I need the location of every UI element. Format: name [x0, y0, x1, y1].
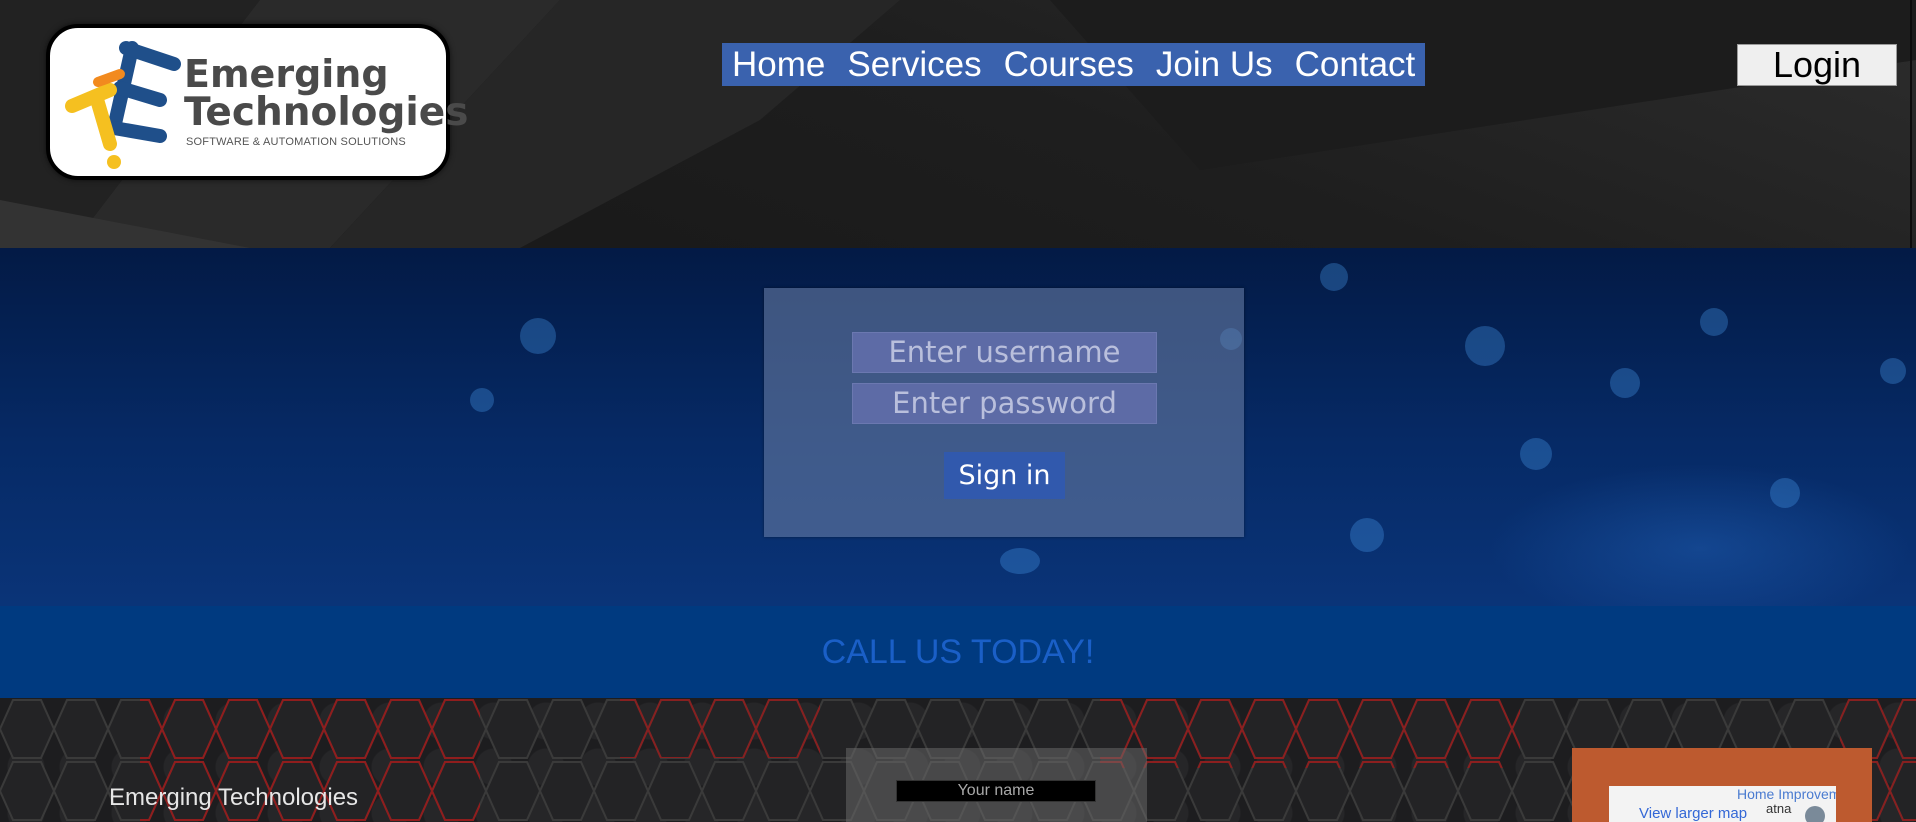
username-input[interactable]: Enter username — [852, 332, 1157, 373]
bokeh-light — [1000, 548, 1040, 574]
name-input[interactable]: Your name — [896, 780, 1096, 802]
bokeh-light — [1320, 263, 1348, 291]
nav-services[interactable]: Services — [847, 43, 981, 86]
nav-home[interactable]: Home — [732, 43, 825, 86]
logo[interactable]: Emerging Technologies SOFTWARE & AUTOMAT… — [46, 24, 468, 180]
bokeh-light — [470, 388, 494, 412]
logo-mark-icon — [65, 41, 181, 169]
footer-brand: Emerging Technologies — [109, 784, 359, 811]
bokeh-light — [1880, 358, 1906, 384]
map-street-label: atna — [1766, 801, 1792, 816]
bokeh-light — [1610, 368, 1640, 398]
map-frame: Home Improvem View larger map atna — [1572, 748, 1872, 822]
hero-banner: Enter username Enter password Sign in — [0, 248, 1916, 606]
site-footer: Emerging Technologies Your name Home Imp… — [0, 698, 1916, 822]
bokeh-light — [1770, 478, 1800, 508]
bokeh-light — [1700, 308, 1728, 336]
bokeh-light — [1465, 326, 1505, 366]
login-button[interactable]: Login — [1737, 44, 1897, 86]
map-pin-icon — [1805, 806, 1825, 822]
map-place-label: Home Improvem — [1737, 786, 1836, 802]
bokeh-light — [1520, 438, 1552, 470]
view-larger-map-link[interactable]: View larger map — [1639, 805, 1747, 822]
nav-contact[interactable]: Contact — [1295, 43, 1416, 86]
site-header: Emerging Technologies SOFTWARE & AUTOMAT… — [0, 0, 1916, 248]
logo-tagline: SOFTWARE & AUTOMATION SOLUTIONS — [186, 136, 406, 148]
sign-in-button[interactable]: Sign in — [944, 452, 1065, 499]
login-panel: Enter username Enter password Sign in — [764, 288, 1244, 537]
nav-join-us[interactable]: Join Us — [1156, 43, 1273, 86]
contact-form: Your name — [846, 748, 1147, 822]
password-input[interactable]: Enter password — [852, 383, 1157, 424]
call-us-heading: CALL US TODAY! — [821, 633, 1095, 671]
call-band: CALL US TODAY! — [0, 606, 1916, 698]
main-nav: Home Services Courses Join Us Contact — [722, 43, 1426, 86]
bokeh-light — [520, 318, 556, 354]
logo-title-line2: Technologies — [184, 90, 469, 135]
bokeh-light — [1350, 518, 1384, 552]
embedded-map[interactable]: Home Improvem View larger map atna — [1609, 786, 1836, 822]
nav-courses[interactable]: Courses — [1004, 43, 1134, 86]
